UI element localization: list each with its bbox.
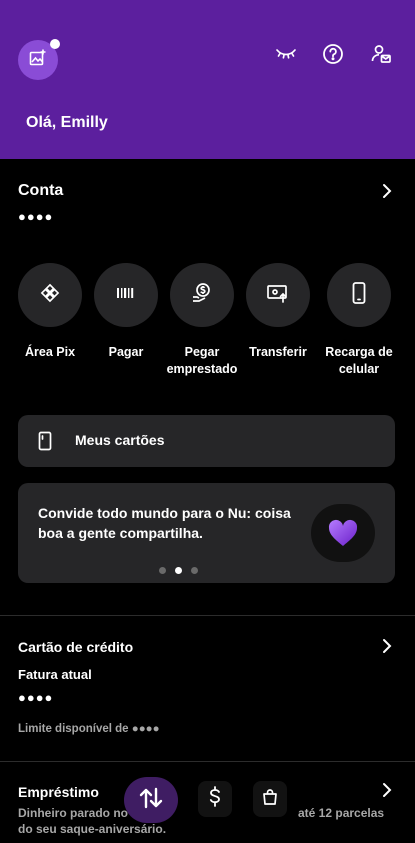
loan-description-line2: do seu saque-aniversário. — [18, 822, 167, 836]
section-divider — [0, 615, 415, 616]
loan-chevron-icon[interactable] — [380, 781, 394, 799]
promo-text: Convide todo mundo para o Nu: coisa boa … — [38, 505, 291, 541]
credit-limit-text: Limite disponível de ●●●● — [18, 723, 160, 735]
action-borrow-label: Pegar emprestado — [166, 345, 238, 376]
action-pay[interactable]: Pagar — [94, 263, 158, 359]
promo-card[interactable]: Convide todo mundo para o Nu: coisa boa … — [18, 483, 395, 583]
action-borrow[interactable]: Pegar emprestado — [167, 263, 237, 376]
card-icon — [38, 431, 52, 456]
carousel-dot[interactable] — [159, 567, 166, 574]
pix-icon — [39, 282, 61, 309]
action-phone-recharge-label: Recarga de celular — [325, 345, 393, 376]
nav-shopping-button[interactable] — [253, 781, 287, 817]
help-icon[interactable] — [321, 42, 345, 66]
section-divider — [0, 761, 415, 762]
loan-description-right: até 12 parcelas — [298, 806, 385, 820]
carousel-dots[interactable] — [159, 567, 198, 574]
app-header: Olá, Emilly — [0, 0, 415, 159]
profile-photo-button[interactable] — [18, 39, 60, 80]
loan-description-left: Dinheiro parado no — [18, 806, 129, 820]
transfer-icon — [266, 283, 290, 308]
action-transfer[interactable]: Transferir — [246, 263, 310, 359]
profile-invite-icon[interactable] — [369, 42, 393, 66]
add-photo-icon — [28, 48, 48, 73]
shopping-bag-icon — [261, 787, 279, 812]
account-title[interactable]: Conta — [18, 182, 63, 200]
barcode-icon — [115, 286, 137, 305]
invoice-label: Fatura atual — [18, 667, 92, 682]
account-balance: ●●●● — [18, 209, 54, 224]
phone-icon — [351, 281, 367, 310]
loan-title[interactable]: Empréstimo — [18, 784, 99, 800]
account-chevron-icon[interactable] — [380, 182, 394, 200]
action-pix-label: Área Pix — [24, 345, 76, 359]
nav-money-button[interactable] — [198, 781, 232, 817]
invoice-value: ●●●● — [18, 690, 54, 705]
my-cards-button[interactable]: Meus cartões — [18, 415, 395, 467]
action-pix[interactable]: Área Pix — [18, 263, 82, 359]
greeting-text: Olá, Emilly — [26, 114, 108, 131]
credit-chevron-icon[interactable] — [380, 637, 394, 655]
action-phone-recharge[interactable]: Recarga de celular — [325, 263, 393, 376]
swap-arrows-icon — [138, 786, 164, 815]
action-pay-label: Pagar — [108, 345, 144, 359]
loan-icon — [190, 281, 214, 310]
purple-heart-icon — [311, 504, 375, 562]
carousel-dot-active[interactable] — [175, 567, 182, 574]
carousel-dot[interactable] — [191, 567, 198, 574]
my-cards-label: Meus cartões — [75, 432, 165, 448]
hide-values-icon[interactable] — [274, 42, 298, 66]
notification-dot — [50, 39, 60, 49]
nav-transactions-button[interactable] — [124, 777, 178, 823]
credit-card-title[interactable]: Cartão de crédito — [18, 639, 133, 655]
dollar-icon — [207, 785, 223, 813]
action-transfer-label: Transferir — [249, 345, 307, 359]
